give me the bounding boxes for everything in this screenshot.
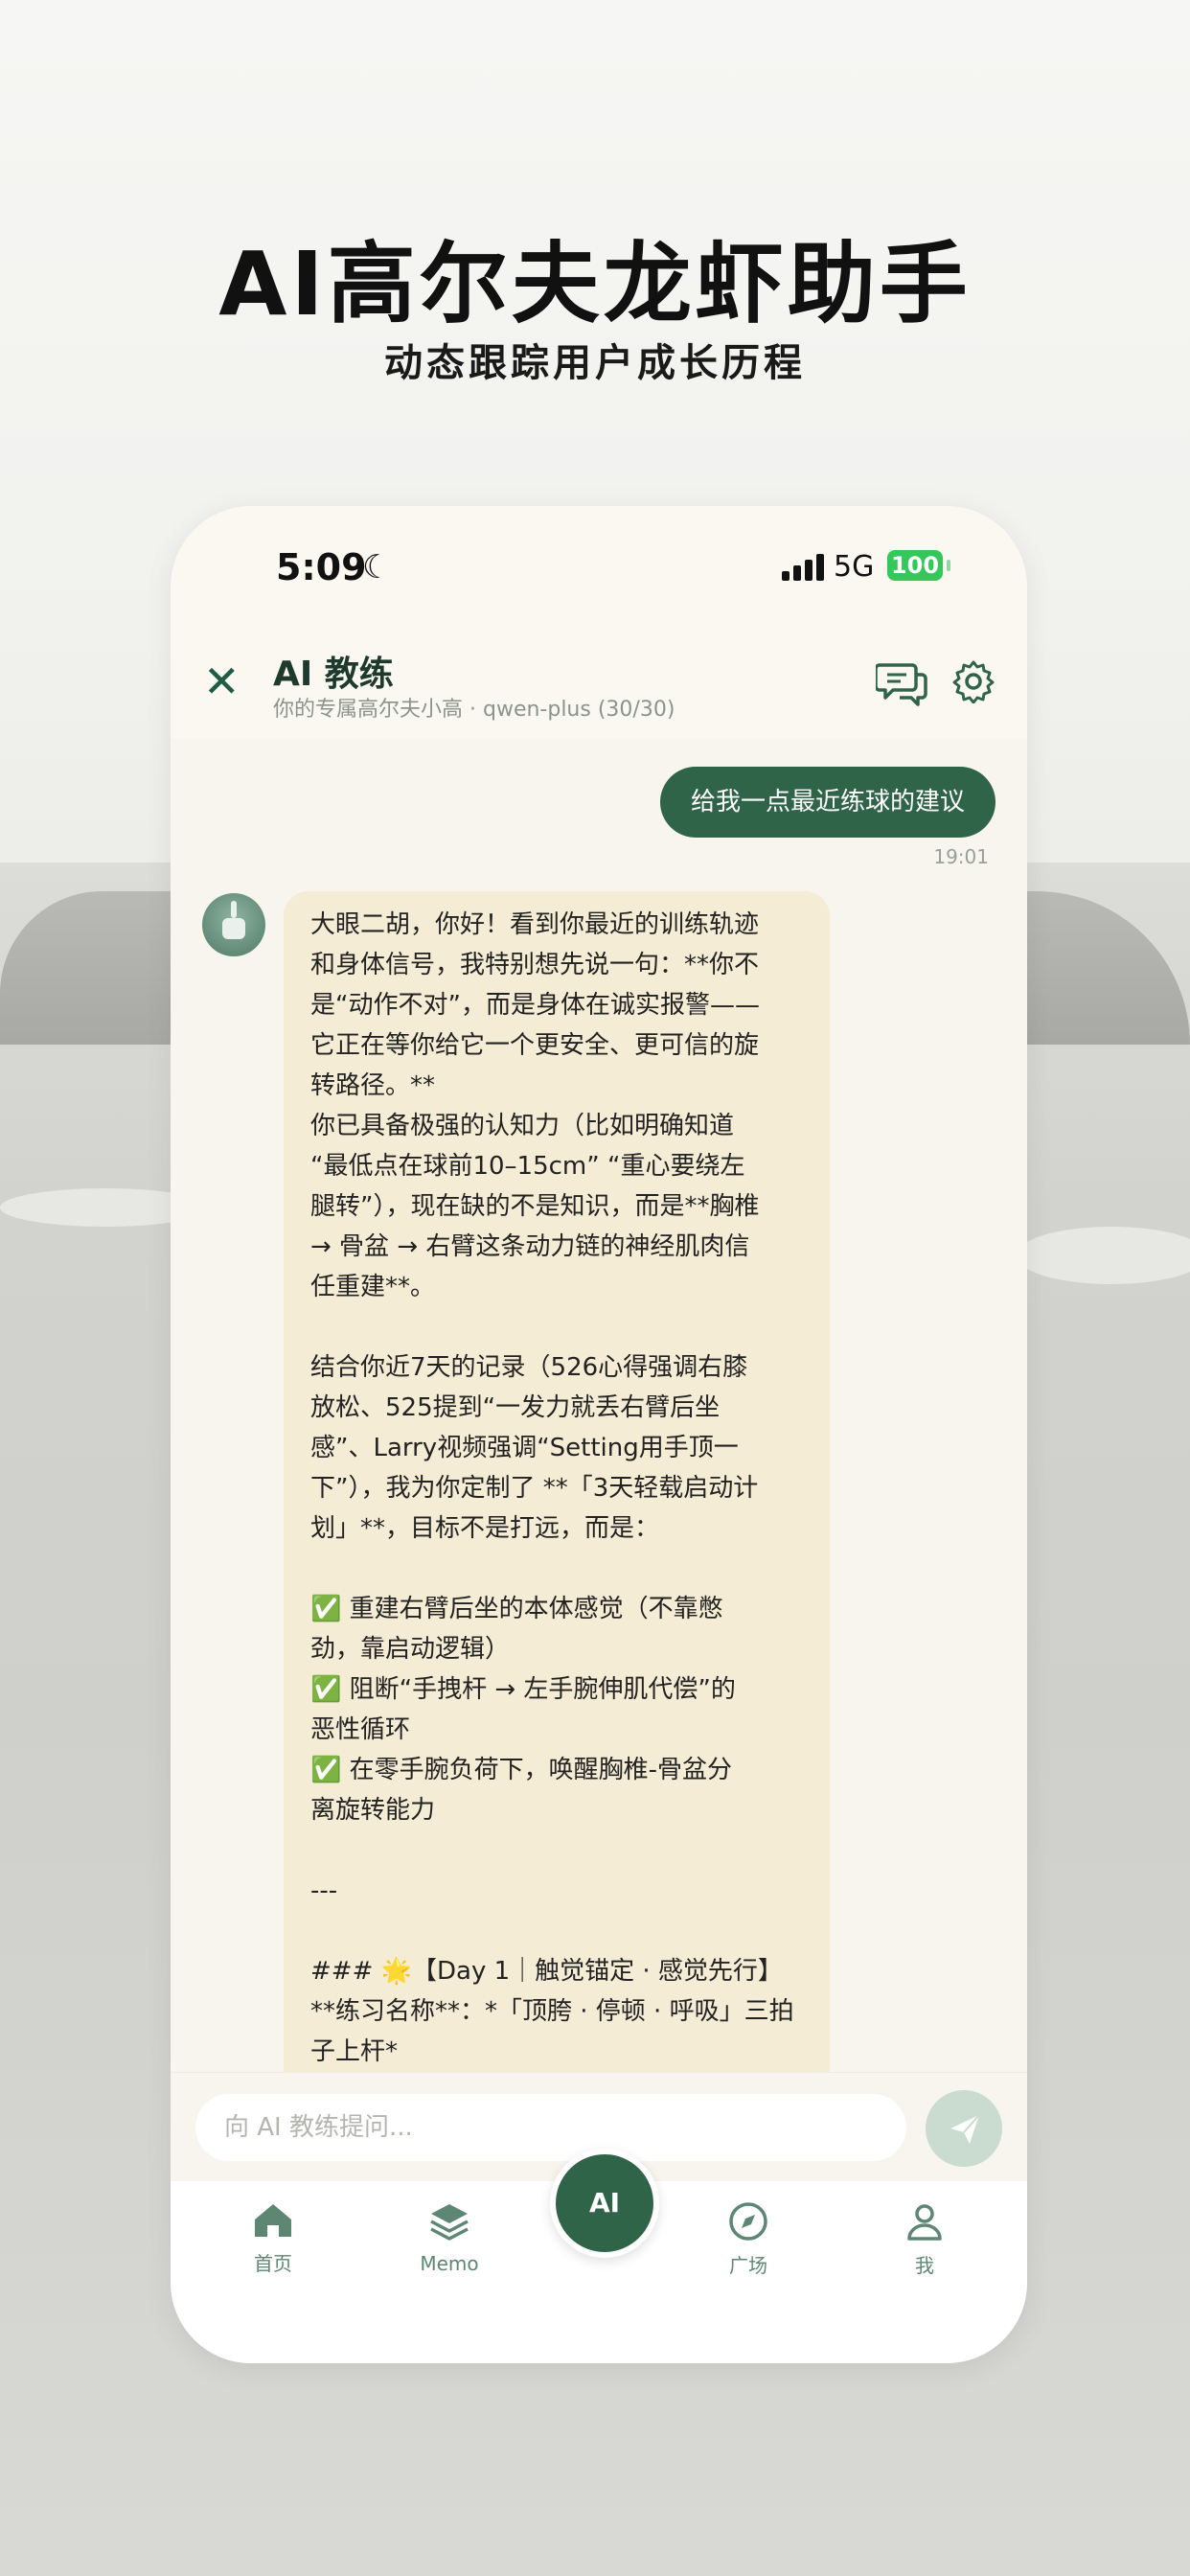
ai-message-line: 结合你近7天的记录（526心得强调右膝: [310, 1353, 748, 1382]
ai-message-line: 和身体信号，我特别想先说一句：**你不: [310, 951, 760, 979]
ai-message-line: [310, 1911, 809, 1951]
tab-me-label: 我: [915, 2254, 934, 2277]
layers-icon: [430, 2204, 469, 2241]
ai-message-line: 它正在等你给它一个更安全、更可信的旋: [310, 1031, 760, 1060]
compass-icon: [729, 2202, 767, 2241]
ai-message-line: ✅ 重建右臂后坐的本体感觉（不靠憋: [310, 1595, 723, 1623]
tab-home[interactable]: 首页: [216, 2200, 331, 2276]
input-placeholder: 向 AI 教练提问...: [224, 2113, 413, 2142]
ai-message-line: 恶性循环: [310, 1715, 411, 1744]
battery-indicator: 100: [887, 550, 943, 581]
gear-icon[interactable]: [951, 659, 995, 703]
ai-message-line: “最低点在球前10–15cm” “重心要绕左: [310, 1152, 745, 1181]
bottom-tab-bar: 首页 Memo AI 广场 我: [171, 2149, 1027, 2363]
ai-message-line: [310, 1307, 809, 1347]
ai-message-line: **练习名称**：*「顶胯 · 停顿 · 呼吸」三拍: [310, 1997, 794, 2026]
send-icon: [950, 2114, 980, 2144]
ai-message-line: ✅ 阻断“手拽杆 → 左手腕伸肌代偿”的: [310, 1675, 736, 1704]
ai-message-line: 下”），我为你定制了 **「3天轻载启动计: [310, 1474, 759, 1503]
ai-message-line: 任重建**。: [310, 1273, 436, 1301]
ai-message-line: 你已具备极强的认知力（比如明确知道: [310, 1112, 735, 1140]
ai-message-line: [310, 1830, 809, 1871]
ai-message-line: ---: [310, 1876, 338, 1905]
message-input[interactable]: 向 AI 教练提问...: [195, 2094, 906, 2161]
close-icon[interactable]: ✕: [203, 659, 240, 703]
ai-message-line: 离旋转能力: [310, 1796, 436, 1825]
chat-scroll-area[interactable]: 给我一点最近练球的建议 19:01 大眼二胡，你好！看到你最近的训练轨迹 和身体信…: [171, 738, 1027, 2072]
tab-ai-button[interactable]: AI: [550, 2149, 659, 2258]
tab-memo-label: Memo: [420, 2252, 479, 2275]
ai-message-bubble: 大眼二胡，你好！看到你最近的训练轨迹 和身体信号，我特别想先说一句：**你不 是“动…: [284, 891, 830, 2072]
ai-avatar: [202, 893, 265, 956]
ai-message-line: [310, 1549, 809, 1589]
tab-memo[interactable]: Memo: [392, 2200, 507, 2275]
ai-message-line: 子上杆*: [310, 2037, 399, 2066]
ai-message-line: 腿转”），现在缺的不是知识，而是**胸椎: [310, 1192, 760, 1221]
page-title: AI 教练: [273, 655, 394, 694]
status-time: 5:09: [276, 546, 367, 588]
ai-message-line: 感”、Larry视频强调“Setting用手顶一: [310, 1434, 739, 1462]
tab-home-label: 首页: [254, 2252, 292, 2275]
ai-message-line: 大眼二胡，你好！看到你最近的训练轨迹: [310, 910, 760, 939]
network-label: 5G: [834, 550, 875, 584]
user-message-bubble: 给我一点最近练球的建议: [659, 767, 995, 838]
promo-title: AI高尔夫龙虾助手: [218, 233, 972, 335]
promo-subtitle: 动态跟踪用户成长历程: [384, 341, 806, 385]
page-subtitle: 你的专属高尔夫小高 · qwen-plus (30/30): [273, 698, 675, 722]
chat-header: ✕ AI 教练 你的专属高尔夫小高 · qwen-plus (30/30): [171, 631, 1027, 738]
battery-tip: [947, 560, 950, 571]
status-bar: 5:09 ☾ 5G 100: [171, 506, 1027, 631]
tab-square-label: 广场: [729, 2254, 767, 2277]
ai-message-line: 划」**，目标不是打远，而是：: [310, 1514, 660, 1543]
ai-message-line: 放松、525提到“一发力就丢右臂后坐: [310, 1393, 721, 1422]
ai-message-text: 大眼二胡，你好！看到你最近的训练轨迹 和身体信号，我特别想先说一句：**你不 是“动…: [310, 905, 809, 2072]
ai-message-line: 劲，靠启动逻辑）: [310, 1635, 511, 1664]
signal-icon: [782, 554, 824, 581]
home-icon: [255, 2204, 291, 2237]
ai-message-line: 转路径。**: [310, 1071, 436, 1100]
ai-message-line: 是“动作不对”，而是身体在诚实报警——: [310, 991, 760, 1020]
chat-bubbles-icon[interactable]: [876, 659, 929, 707]
ai-message-line: → 骨盆 → 右臂这条动力链的神经肌肉信: [310, 1232, 750, 1261]
ai-message-line: ✅ 在零手腕负荷下，唤醒胸椎-骨盆分: [310, 1756, 733, 1784]
tab-square[interactable]: 广场: [691, 2200, 806, 2278]
user-icon: [907, 2204, 942, 2241]
moon-icon: ☾: [362, 548, 392, 586]
send-button[interactable]: [926, 2090, 1002, 2167]
tab-me[interactable]: 我: [867, 2200, 982, 2278]
ai-message-line: ### 🌟【Day 1｜触觉锚定 · 感觉先行】: [310, 1957, 783, 1986]
phone-frame: 5:09 ☾ 5G 100 ✕ AI 教练 你的专属高尔夫小高 · qwen-p…: [171, 506, 1027, 2363]
message-timestamp: 19:01: [933, 845, 989, 868]
